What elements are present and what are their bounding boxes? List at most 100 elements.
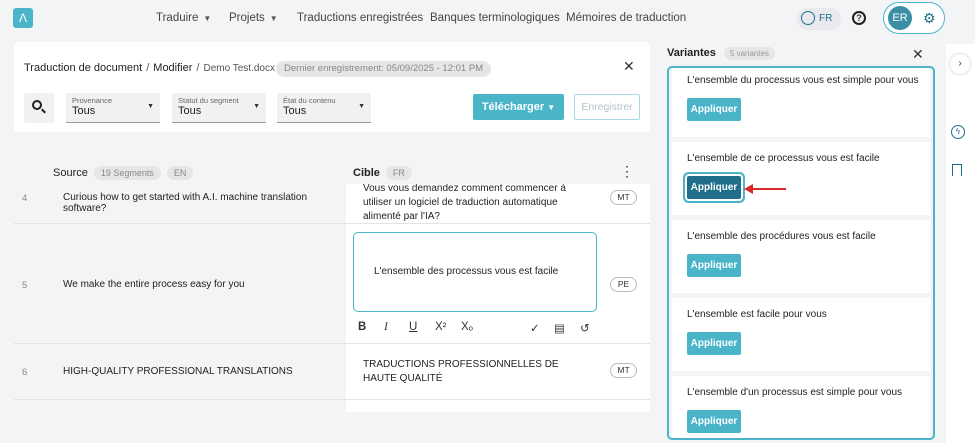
table-row[interactable]: 6 HIGH-QUALITY PROFESSIONAL TRANSLATIONS…: [14, 344, 650, 400]
segment-tag-badge: MT: [610, 190, 637, 205]
target-cell[interactable]: Vous vous demandez comment commencer à u…: [346, 184, 650, 223]
subscript-icon[interactable]: Xₒ: [461, 321, 473, 333]
save-button[interactable]: Enregistrer: [574, 94, 640, 120]
dropdown-arrow-icon: ▼: [253, 103, 260, 110]
provenance-filter[interactable]: Provenance Tous ▼: [66, 93, 160, 123]
variant-text: L'ensemble des procédures vous est facil…: [687, 231, 876, 242]
segments-table-header: Source 19 Segments EN Cible FR ⋮: [14, 160, 650, 184]
search-icon-handle: [41, 108, 46, 114]
apply-button[interactable]: Appliquer: [687, 332, 741, 355]
apply-button[interactable]: Appliquer: [687, 176, 741, 199]
breadcrumb-document-translation[interactable]: Traduction de document: [24, 62, 142, 74]
source-text: Curious how to get started with A.I. mac…: [63, 192, 308, 214]
dropdown-arrow-icon: ▼: [147, 103, 154, 110]
nav-translation-memories[interactable]: Mémoires de traduction: [566, 12, 686, 24]
more-options-icon[interactable]: ⋮: [620, 164, 634, 178]
filter-value: Tous: [283, 105, 307, 117]
download-button[interactable]: Télécharger ▼: [473, 94, 564, 120]
editor-text[interactable]: L'ensemble des processus vous est facile: [374, 266, 558, 277]
gear-icon[interactable]: ⚙: [923, 9, 936, 27]
filter-value: Tous: [72, 105, 96, 117]
check-icon[interactable]: ✓: [530, 321, 540, 335]
segment-tag-badge: MT: [610, 363, 637, 378]
target-label: Cible: [353, 166, 380, 179]
source-lang-badge: EN: [166, 166, 194, 180]
download-label: Télécharger: [481, 101, 545, 113]
nav-projects[interactable]: Projets ▼: [229, 12, 278, 24]
lightning-icon[interactable]: ϟ: [951, 125, 965, 139]
variant-card: L'ensemble d'un processus est simple pou…: [672, 376, 930, 438]
segment-tag-badge: PE: [610, 277, 637, 292]
target-cell[interactable]: [346, 400, 650, 412]
target-text: Vous vous demandez comment commencer à u…: [363, 184, 566, 222]
variants-list: L'ensemble du processus vous est simple …: [667, 66, 935, 440]
segment-number: 4: [22, 193, 28, 204]
nav-translate-label: Traduire: [156, 12, 199, 24]
history-icon[interactable]: ↺: [580, 321, 590, 335]
breadcrumb-separator: /: [196, 62, 200, 74]
segment-editor[interactable]: L'ensemble des processus vous est facile: [353, 232, 597, 312]
filter-label: État du contenu: [283, 96, 336, 105]
breadcrumb-file-name: Demo Test.docx: [203, 63, 275, 74]
variants-title-label: Variantes: [667, 47, 716, 59]
variants-count-badge: 5 variantes: [723, 47, 776, 60]
search-button[interactable]: [24, 93, 54, 123]
bold-icon[interactable]: B: [358, 321, 366, 333]
target-cell[interactable]: TRADUCTIONS PROFESSIONNELLES DE HAUTE QU…: [346, 344, 650, 399]
variant-card: L'ensemble de ce processus vous est faci…: [672, 142, 930, 215]
apply-button[interactable]: Appliquer: [687, 410, 741, 433]
italic-icon[interactable]: I: [384, 321, 388, 333]
chevron-down-icon: ▼: [203, 14, 212, 23]
segment-number: 5: [22, 280, 28, 291]
close-variants-icon[interactable]: ✕: [912, 46, 924, 63]
help-icon[interactable]: ?: [852, 11, 866, 25]
chevron-down-icon: ▼: [547, 103, 556, 112]
nav-saved-translations[interactable]: Traductions enregistrées: [297, 12, 423, 24]
filter-label: Statut du segment: [178, 96, 239, 105]
variant-text: L'ensemble du processus vous est simple …: [687, 75, 919, 86]
table-row[interactable]: 4 Curious how to get started with A.I. m…: [14, 184, 650, 224]
top-navigation: Λ Traduire ▼ Projets ▼ Traductions enregis…: [0, 0, 975, 38]
content-state-filter[interactable]: État du contenu Tous ▼: [277, 93, 371, 123]
close-icon[interactable]: ✕: [623, 58, 635, 75]
nav-translate[interactable]: Traduire ▼: [156, 12, 211, 24]
variant-text: L'ensemble de ce processus vous est faci…: [687, 153, 880, 164]
filter-value: Tous: [178, 105, 202, 117]
nav-term-banks[interactable]: Banques terminologiques: [430, 12, 560, 24]
dropdown-arrow-icon: ▼: [358, 103, 365, 110]
apply-button[interactable]: Appliquer: [687, 98, 741, 121]
apply-button[interactable]: Appliquer: [687, 254, 741, 277]
expand-panel-icon[interactable]: ›: [950, 54, 970, 74]
underline-icon[interactable]: U: [409, 321, 417, 333]
avatar[interactable]: ER: [888, 6, 912, 30]
variant-text: L'ensemble est facile pour vous: [687, 309, 827, 320]
nav-projects-label: Projets: [229, 12, 265, 24]
table-row[interactable]: [14, 400, 650, 412]
variant-text: L'ensemble d'un processus est simple pou…: [687, 387, 903, 398]
app-logo[interactable]: Λ: [13, 8, 33, 28]
language-code: FR: [819, 13, 833, 24]
language-selector[interactable]: FR: [797, 8, 841, 30]
target-lang-badge: FR: [385, 166, 412, 180]
chevron-down-icon: ▼: [269, 14, 278, 23]
breadcrumb: Traduction de document / Modifier / Demo Tes…: [24, 62, 275, 74]
globe-icon: [801, 11, 815, 26]
target-text: TRADUCTIONS PROFESSIONNELLES DE HAUTE QU…: [363, 359, 559, 384]
source-column-header: Source 19 Segments EN: [53, 166, 194, 180]
last-saved-badge: Dernier enregistrement: 05/09/2025 - 12:…: [276, 61, 492, 77]
source-text: HIGH-QUALITY PROFESSIONAL TRANSLATIONS: [63, 366, 293, 377]
glossary-icon[interactable]: ▤: [554, 321, 565, 335]
variant-card: L'ensemble est facile pour vous Applique…: [672, 298, 930, 371]
breadcrumb-separator: /: [146, 62, 150, 74]
superscript-icon[interactable]: X²: [435, 321, 447, 333]
filter-label: Provenance: [72, 96, 113, 105]
source-text: We make the entire process easy for you: [63, 279, 245, 290]
document-header: Traduction de document / Modifier / Demo Tes…: [14, 42, 650, 132]
bookmark-icon[interactable]: [952, 164, 962, 176]
segment-status-filter[interactable]: Statut du segment Tous ▼: [172, 93, 266, 123]
variant-card: L'ensemble des procédures vous est facil…: [672, 220, 930, 293]
user-menu[interactable]: ER ⚙: [883, 2, 945, 34]
editor-toolbar: B I U X² Xₒ ✓ ▤ ↺: [358, 321, 602, 339]
breadcrumb-edit[interactable]: Modifier: [153, 62, 192, 74]
source-label: Source: [53, 166, 88, 179]
